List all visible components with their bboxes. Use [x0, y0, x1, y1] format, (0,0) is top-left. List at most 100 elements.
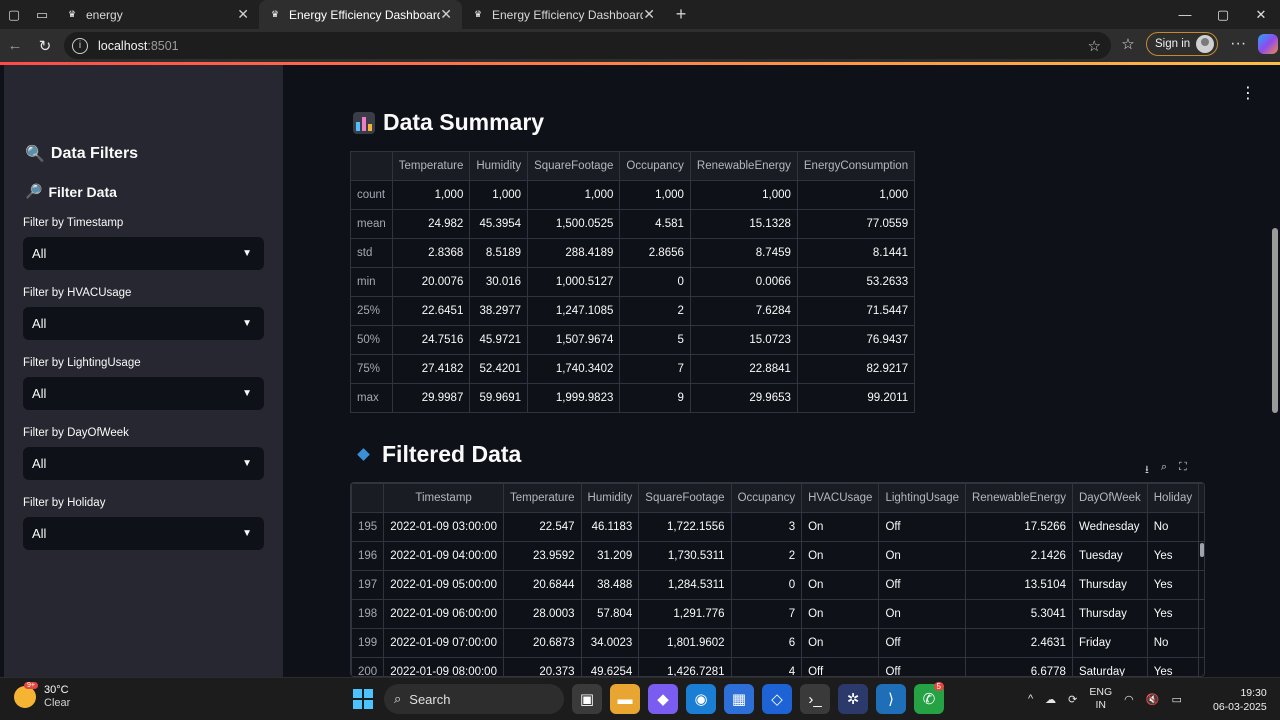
- table-cell: 5.3041: [964, 599, 1073, 629]
- battery-icon[interactable]: ▭: [1171, 693, 1181, 706]
- filter-label-dayofweek: Filter by DayOfWeek: [23, 427, 129, 439]
- tray-overflow-icon[interactable]: ^: [1028, 693, 1033, 705]
- filtered-column-header[interactable]: RenewableEnergy: [964, 483, 1073, 513]
- app-menu-icon[interactable]: ⋮: [1240, 83, 1256, 103]
- table-row[interactable]: 199 2022-01-09 07:00:00 20.6873 34.0023 1,80…: [351, 628, 1204, 658]
- browser-menu-icon[interactable]: ···: [1226, 35, 1250, 53]
- volume-icon[interactable]: 🔇: [1146, 693, 1160, 706]
- summary-column-header[interactable]: Temperature: [391, 151, 471, 181]
- onedrive-icon[interactable]: ☁: [1045, 693, 1056, 706]
- dev-app-icon[interactable]: ✲: [838, 684, 868, 714]
- page-scrollbar-thumb[interactable]: [1272, 228, 1278, 413]
- close-window-icon[interactable]: ✕: [1242, 0, 1280, 29]
- download-icon[interactable]: ⭳: [1145, 461, 1149, 480]
- table-row[interactable]: mean 24.982 45.3954 1,500.0525 4.581 15.1328 7…: [350, 209, 916, 239]
- taskbar-search[interactable]: ⌕ Search: [384, 684, 564, 714]
- table-row[interactable]: min 20.0076 30.016 1,000.5127 0 0.0066 53.2633: [350, 267, 916, 297]
- summary-column-header[interactable]: Humidity: [469, 151, 529, 181]
- copilot-app-icon[interactable]: ◆: [648, 684, 678, 714]
- filtered-column-header[interactable]: Occupancy: [730, 483, 803, 513]
- table-cell: 1,000.5127: [527, 267, 621, 297]
- filtered-column-header[interactable]: Temperature: [502, 483, 582, 513]
- summary-column-header[interactable]: RenewableEnergy: [689, 151, 798, 181]
- table-row[interactable]: 50% 24.7516 45.9721 1,507.9674 5 15.0723 76.94…: [350, 325, 916, 355]
- table-row[interactable]: max 29.9987 59.9691 1,999.9823 9 29.9653 99.20…: [350, 383, 916, 413]
- summary-column-header[interactable]: Occupancy: [619, 151, 691, 181]
- close-tab-icon[interactable]: ✕: [643, 6, 655, 23]
- terminal-icon[interactable]: ›_: [800, 684, 830, 714]
- tab-actions-icon[interactable]: ▭: [28, 0, 56, 29]
- back-icon[interactable]: ←: [0, 37, 30, 54]
- table-row[interactable]: 25% 22.6451 38.2977 1,247.1085 2 7.6284 71.544…: [350, 296, 916, 326]
- filter-select-dayofweek[interactable]: All ▼: [23, 447, 264, 480]
- filtered-column-header[interactable]: Humidity: [580, 483, 640, 513]
- filtered-column-header[interactable]: Holiday: [1146, 483, 1200, 513]
- filtered-column-header[interactable]: DayOfWeek: [1071, 483, 1148, 513]
- close-tab-icon[interactable]: ✕: [237, 6, 249, 23]
- task-view-icon[interactable]: ▣: [572, 684, 602, 714]
- table-cell: On: [801, 570, 880, 600]
- refresh-icon[interactable]: ↻: [30, 37, 60, 55]
- url-field[interactable]: i localhost:8501 ☆: [64, 32, 1111, 59]
- favorite-star-icon[interactable]: ☆: [1088, 37, 1101, 55]
- file-explorer-icon[interactable]: ▬: [610, 684, 640, 714]
- wifi-icon[interactable]: ◠: [1124, 693, 1134, 706]
- minimize-icon[interactable]: —: [1166, 0, 1204, 29]
- fullscreen-icon[interactable]: ⛶: [1179, 461, 1187, 480]
- tab-energy-dashboard[interactable]: ♛ Energy Efficiency Dashboard ✕: [462, 0, 665, 29]
- windows-start-icon[interactable]: [350, 686, 376, 712]
- close-tab-icon[interactable]: ✕: [440, 6, 452, 23]
- sync-icon[interactable]: ⟳: [1068, 693, 1077, 706]
- summary-table[interactable]: Temperature Humidity SquareFootage Occupanc…: [350, 151, 916, 413]
- filter-select-timestamp[interactable]: All ▼: [23, 237, 264, 270]
- filtered-column-header[interactable]: Timestamp: [383, 483, 504, 513]
- filter-select-lightingusage[interactable]: All ▼: [23, 377, 264, 410]
- table-scrollbar[interactable]: [1200, 543, 1204, 557]
- language-indicator[interactable]: ENG IN: [1089, 686, 1112, 712]
- filter-select-holiday[interactable]: All ▼: [23, 517, 264, 550]
- microsoft-store-icon[interactable]: ▦: [724, 684, 754, 714]
- table-row[interactable]: count 1,000 1,000 1,000 1,000 1,000 1,000: [350, 180, 916, 210]
- dropbox-icon[interactable]: ◇: [762, 684, 792, 714]
- table-row[interactable]: 200 2022-01-09 08:00:00 20.373 49.6254 1,426…: [351, 657, 1204, 676]
- filtered-column-header[interactable]: Energ: [1198, 483, 1204, 513]
- new-tab-button[interactable]: +: [665, 0, 697, 29]
- summary-column-header[interactable]: EnergyConsumption: [796, 151, 916, 181]
- filtered-table-container[interactable]: Timestamp Temperature Humidity SquareFootag…: [350, 482, 1205, 677]
- tab-title: Energy Efficiency Dashboard: [492, 7, 644, 22]
- table-cell: 1,291.776: [638, 599, 732, 629]
- filtered-column-header[interactable]: LightingUsage: [878, 483, 966, 513]
- sign-in-button[interactable]: Sign in: [1146, 32, 1219, 56]
- copilot-icon[interactable]: [1258, 34, 1279, 54]
- table-row[interactable]: std 2.8368 8.5189 288.4189 2.8656 8.7459 8.144…: [350, 238, 916, 268]
- search-icon[interactable]: ⌕: [1161, 461, 1167, 480]
- maximize-icon[interactable]: ▢: [1204, 0, 1242, 29]
- workspaces-icon[interactable]: ▢: [0, 0, 28, 29]
- summary-column-header[interactable]: [350, 151, 393, 181]
- filter-select-hvacusage[interactable]: All ▼: [23, 307, 264, 340]
- table-cell: Thursday: [1071, 599, 1148, 629]
- weather-widget[interactable]: 9+ 30°C Clear: [14, 682, 70, 710]
- tab-energy[interactable]: ♛ energy ✕: [56, 0, 259, 29]
- table-row[interactable]: 75% 27.4182 52.4201 1,740.3402 7 22.8841 82.92…: [350, 354, 916, 384]
- edge-browser-icon[interactable]: ◉: [686, 684, 716, 714]
- whatsapp-icon[interactable]: ✆ 5: [914, 682, 944, 714]
- summary-column-header[interactable]: SquareFootage: [527, 151, 621, 181]
- table-row[interactable]: 197 2022-01-09 05:00:00 20.6844 38.488 1,284…: [351, 570, 1204, 600]
- taskbar-clock[interactable]: 19:30 06-03-2025: [1213, 686, 1267, 714]
- vscode-icon[interactable]: ⟩: [876, 684, 906, 714]
- filtered-column-header[interactable]: [351, 483, 385, 513]
- favorites-icon[interactable]: ☆: [1118, 35, 1138, 53]
- table-cell: 22.6451: [391, 296, 471, 326]
- table-row[interactable]: 196 2022-01-09 04:00:00 23.9592 31.209 1,730…: [351, 541, 1204, 571]
- table-row[interactable]: 198 2022-01-09 06:00:00 28.0003 57.804 1,291…: [351, 599, 1204, 629]
- tab-energy-dashboard-active[interactable]: ♛ Energy Efficiency Dashboard ✕: [259, 0, 462, 29]
- site-info-icon[interactable]: i: [72, 37, 88, 54]
- filtered-column-header[interactable]: SquareFootage: [638, 483, 732, 513]
- table-row[interactable]: 195 2022-01-09 03:00:00 22.547 46.1183 1,722…: [351, 512, 1204, 542]
- filtered-table[interactable]: Timestamp Temperature Humidity SquareFootag…: [351, 483, 1204, 676]
- table-cell: 20.0076: [391, 267, 471, 297]
- table-cell: Off: [801, 657, 880, 676]
- page-scrollbar[interactable]: [1271, 65, 1280, 677]
- filtered-column-header[interactable]: HVACUsage: [801, 483, 880, 513]
